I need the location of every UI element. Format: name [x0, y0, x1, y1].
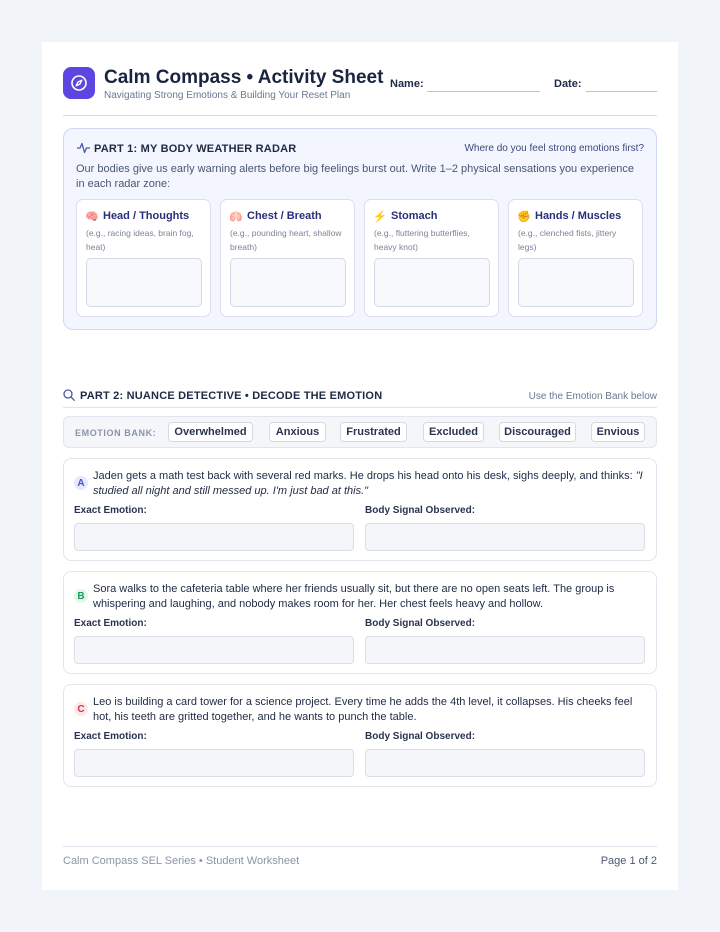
- zone-card-hands: ✊ Hands / Muscles (e.g., clenched fists,…: [508, 199, 643, 317]
- exact-emotion-label: Exact Emotion:: [74, 505, 147, 516]
- header: Calm Compass • Activity Sheet Navigating…: [63, 66, 657, 116]
- scenario-badge: B: [74, 589, 88, 603]
- body-signal-input[interactable]: [365, 749, 645, 777]
- exact-emotion-input[interactable]: [74, 523, 354, 551]
- emotion-bank-label: EMOTION BANK:: [75, 428, 157, 438]
- part1-prompt: Where do you feel strong emotions first?: [464, 143, 644, 154]
- exact-emotion-input[interactable]: [74, 636, 354, 664]
- body-signal-input[interactable]: [365, 636, 645, 664]
- date-field[interactable]: [586, 91, 657, 92]
- compass-icon: [63, 67, 95, 99]
- name-field[interactable]: [427, 91, 540, 92]
- zone-card-head: 🧠 Head / Thoughts (e.g., racing ideas, b…: [76, 199, 211, 317]
- zone-card-stomach: ⚡ Stomach (e.g., fluttering butterflies,…: [364, 199, 499, 317]
- body-signal-label: Body Signal Observed:: [365, 505, 476, 516]
- emotion-chip: Overwhelmed: [168, 422, 253, 442]
- zone-hint: (e.g., fluttering butterflies, heavy kno…: [374, 228, 470, 252]
- page-number: Page 1 of 2: [600, 855, 657, 867]
- lightning-icon: ⚡: [373, 211, 387, 223]
- emotion-chip: Frustrated: [340, 422, 407, 442]
- zone-hint: (e.g., clenched fists, jittery legs): [518, 228, 617, 252]
- emotion-bank: EMOTION BANK: Overwhelmed Anxious Frustr…: [63, 416, 657, 448]
- zone-name: Head / Thoughts: [103, 210, 190, 222]
- scenario-badge: A: [74, 476, 88, 490]
- scenario-card-c: C Leo is building a card tower for a sci…: [63, 684, 657, 787]
- header-divider: [63, 115, 657, 116]
- zone-name: Hands / Muscles: [535, 210, 622, 222]
- body-signal-label: Body Signal Observed:: [365, 731, 476, 742]
- zone-hint: (e.g., pounding heart, shallow breath): [230, 228, 342, 252]
- page-subtitle: Navigating Strong Emotions & Building Yo…: [104, 90, 351, 101]
- date-label: Date:: [554, 78, 582, 90]
- scenario-text: Jaden gets a math test back with several…: [93, 469, 643, 498]
- fist-icon: ✊: [517, 211, 531, 223]
- part1-intro: Our bodies give us early warning alerts …: [76, 163, 635, 190]
- scenario-card-a: A Jaden gets a math test back with sever…: [63, 458, 657, 561]
- brain-icon: 🧠: [85, 211, 99, 223]
- zone-name: Chest / Breath: [247, 210, 322, 222]
- scenario-text: Sora walks to the cafeteria table where …: [93, 583, 615, 610]
- zone-name: Stomach: [391, 210, 438, 222]
- part1-title: PART 1: MY BODY WEATHER RADAR: [94, 143, 297, 155]
- zone-card-chest: 🫁 Chest / Breath (e.g., pounding heart, …: [220, 199, 355, 317]
- emotion-chip: Envious: [591, 422, 645, 442]
- name-label: Name:: [390, 78, 424, 90]
- part1-section: PART 1: MY BODY WEATHER RADAR Where do y…: [63, 128, 657, 330]
- zone-answer-box[interactable]: [518, 258, 634, 307]
- part2-header: PART 2: NUANCE DETECTIVE • DECODE THE EM…: [63, 388, 657, 408]
- scenario-card-b: B Sora walks to the cafeteria table wher…: [63, 571, 657, 674]
- zone-answer-box[interactable]: [374, 258, 490, 307]
- worksheet-page: Calm Compass • Activity Sheet Navigating…: [42, 42, 678, 890]
- pulse-icon: [77, 142, 90, 154]
- emotion-chip: Excluded: [423, 422, 484, 442]
- part2-hint: Use the Emotion Bank below: [528, 391, 657, 402]
- footer-series: Calm Compass SEL Series • Student Worksh…: [63, 855, 300, 867]
- exact-emotion-label: Exact Emotion:: [74, 731, 147, 742]
- scenario-text: Leo is building a card tower for a scien…: [93, 696, 633, 723]
- zone-answer-box[interactable]: [230, 258, 346, 307]
- search-icon: [63, 389, 75, 401]
- scenario-badge: C: [74, 702, 88, 716]
- page-title: Calm Compass • Activity Sheet: [104, 67, 384, 88]
- body-signal-input[interactable]: [365, 523, 645, 551]
- zone-hint: (e.g., racing ideas, brain fog, heat): [86, 228, 194, 252]
- exact-emotion-input[interactable]: [74, 749, 354, 777]
- emotion-chip: Anxious: [269, 422, 326, 442]
- exact-emotion-label: Exact Emotion:: [74, 618, 147, 629]
- part2-title: PART 2: NUANCE DETECTIVE • DECODE THE EM…: [80, 390, 383, 402]
- emotion-chip: Discouraged: [499, 422, 576, 442]
- scenario-body: Jaden gets a math test back with several…: [93, 470, 636, 482]
- footer-divider: [63, 846, 657, 847]
- lungs-icon: 🫁: [229, 211, 243, 223]
- zone-answer-box[interactable]: [86, 258, 202, 307]
- body-signal-label: Body Signal Observed:: [365, 618, 476, 629]
